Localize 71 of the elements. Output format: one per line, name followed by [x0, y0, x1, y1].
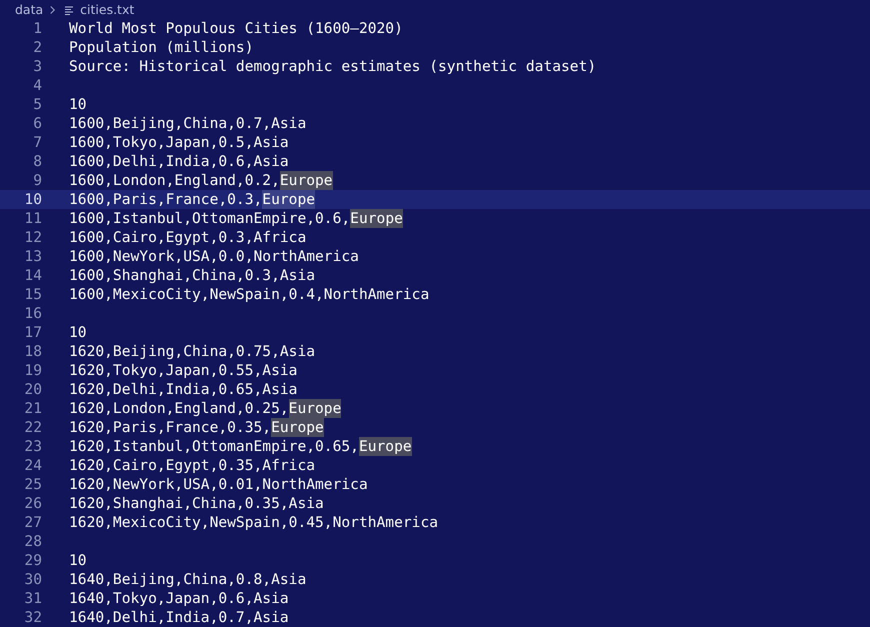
code-text: 1640,Tokyo,Japan,0.6,Asia — [69, 589, 289, 608]
code-text: 1620,Istanbul,OttomanEmpire,0.65, — [69, 437, 359, 456]
folder-breadcrumb[interactable]: data — [15, 2, 44, 17]
line-number: 10 — [23, 190, 42, 209]
code-text: 1600,Istanbul,OttomanEmpire,0.6, — [69, 209, 350, 228]
code-text: 1620,Tokyo,Japan,0.55,Asia — [69, 361, 298, 380]
code-text: 1620,Cairo,Egypt,0.35,Africa — [69, 456, 316, 475]
code-text: 1620,MexicoCity,NewSpain,0.45,NorthAmerica — [69, 513, 438, 532]
line-number: 19 — [23, 361, 42, 380]
line-number: 23 — [23, 437, 42, 456]
line-number: 11 — [23, 209, 42, 228]
line-number: 20 — [23, 380, 42, 399]
line-number: 21 — [23, 399, 42, 418]
line-number: 9 — [32, 171, 42, 190]
code-text: 1640,Delhi,India,0.7,Asia — [69, 608, 289, 627]
code-text: 10 — [69, 95, 87, 114]
code-text: 1600,Cairo,Egypt,0.3,Africa — [69, 228, 306, 247]
code-text: 1620,Delhi,India,0.65,Asia — [69, 380, 298, 399]
line-number: 6 — [32, 114, 42, 133]
code-text: 1600,Paris,France,0.3, — [69, 190, 262, 209]
line-number: 24 — [23, 456, 42, 475]
line-number: 26 — [23, 494, 42, 513]
code-text: Source: Historical demographic estimates (synthetic dataset) — [69, 57, 596, 76]
line-number: 17 — [23, 323, 42, 342]
code-text: 1600,Tokyo,Japan,0.5,Asia — [69, 133, 289, 152]
line-number: 22 — [23, 418, 42, 437]
line-number: 7 — [32, 133, 42, 152]
code-text: 1620,London,England,0.25, — [69, 399, 289, 418]
line-number: 32 — [23, 608, 42, 627]
line-number: 4 — [32, 76, 42, 95]
code-text: 1620,NewYork,USA,0.01,NorthAmerica — [69, 475, 368, 494]
code-text: 1620,Beijing,China,0.75,Asia — [69, 342, 316, 361]
line-number: 18 — [23, 342, 42, 361]
line-number: 27 — [23, 513, 42, 532]
line-number: 13 — [23, 247, 42, 266]
code-text: 1620,Shanghai,China,0.35,Asia — [69, 494, 324, 513]
line-number: 16 — [23, 304, 42, 323]
code-text: 1600,Beijing,China,0.7,Asia — [69, 114, 306, 133]
line-number: 30 — [23, 570, 42, 589]
code-text: 1620,Paris,France,0.35, — [69, 418, 272, 437]
code-text: Population (millions) — [69, 38, 254, 57]
chevron-icon — [49, 4, 56, 14]
line-number: 25 — [23, 475, 42, 494]
line-number: 3 — [32, 57, 42, 76]
code-text: 1600,MexicoCity,NewSpain,0.4,NorthAmerica — [69, 285, 430, 304]
code-text: 1600,NewYork,USA,0.0,NorthAmerica — [69, 247, 359, 266]
code-text: 10 — [69, 323, 87, 342]
code-text: 1600,London,England,0.2, — [69, 171, 280, 190]
search-match: Europe — [271, 418, 324, 437]
line-number: 15 — [23, 285, 42, 304]
code-text: World Most Populous Cities (1600–2020) — [69, 19, 403, 38]
line-number: 31 — [23, 589, 42, 608]
code-text: 1600,Shanghai,China,0.3,Asia — [69, 266, 316, 285]
search-match: Europe — [358, 437, 412, 456]
line-number: 28 — [23, 532, 42, 551]
code-text: 1600,Delhi,India,0.6,Asia — [69, 152, 289, 171]
line-number: 5 — [32, 95, 42, 114]
code-text: 10 — [69, 551, 87, 570]
line-number: 1 — [32, 19, 42, 38]
line-number: 8 — [32, 152, 42, 171]
line-number: 29 — [23, 551, 42, 570]
code-text: 1640,Beijing,China,0.8,Asia — [69, 570, 306, 589]
line-number: 14 — [23, 266, 42, 285]
text-file-icon — [64, 4, 74, 14]
search-match: Europe — [350, 209, 403, 228]
line-number: 12 — [23, 228, 42, 247]
line-number: 2 — [32, 38, 42, 57]
file-breadcrumb[interactable]: cities.txt — [80, 2, 134, 17]
selected-text: Europe — [262, 190, 316, 209]
search-match: Europe — [280, 171, 333, 190]
search-match: Europe — [288, 399, 342, 418]
